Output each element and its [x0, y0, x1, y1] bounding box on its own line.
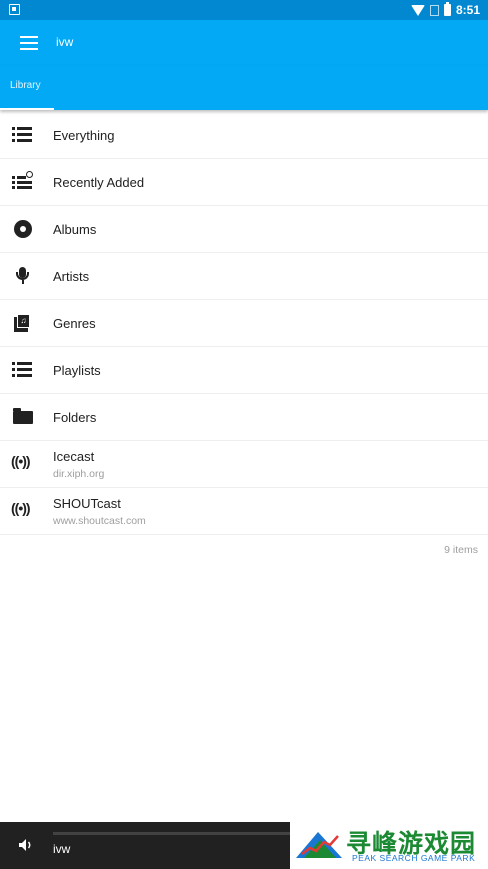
watermark-subtitle: PEAK SEARCH GAME PARK — [352, 853, 476, 863]
watermark-logo — [296, 832, 342, 858]
list-item-label: Playlists — [53, 363, 101, 378]
list-item-label: Icecast — [53, 449, 95, 464]
playlist-icon — [12, 361, 34, 379]
app-bar: ivw — [0, 20, 488, 66]
radio-broadcast-icon: ((•)) — [11, 500, 31, 516]
tab-label: Library — [10, 80, 41, 91]
volume-icon[interactable] — [18, 838, 34, 852]
status-time: 8:51 — [455, 3, 480, 17]
list-item-label: Artists — [53, 269, 90, 284]
wifi-icon — [410, 4, 425, 16]
list-item-shoutcast[interactable]: ((•)) SHOUTcast www.shoutcast.com — [0, 488, 488, 535]
list-item-icecast[interactable]: ((•)) Icecast dir.xiph.org — [0, 441, 488, 488]
list-item-label: Everything — [53, 128, 115, 143]
seek-bar[interactable] — [53, 832, 290, 835]
status-icons: 8:51 — [410, 2, 480, 18]
list-icon — [12, 126, 34, 144]
status-bar: 8:51 — [0, 0, 488, 20]
player-title: ivw — [53, 842, 71, 856]
list-item-label: Recently Added — [53, 175, 145, 190]
library-list: Everything Recently Added Albums Artists… — [0, 112, 488, 535]
album-disc-icon — [12, 220, 34, 238]
no-signal-icon — [429, 4, 439, 16]
app-title: ivw — [56, 35, 74, 49]
hamburger-menu-icon[interactable] — [18, 32, 40, 54]
tab-library[interactable]: Library — [0, 66, 54, 110]
list-item-playlists[interactable]: Playlists — [0, 347, 488, 394]
item-count: 9 items — [444, 544, 478, 556]
list-item-label: SHOUTcast — [53, 496, 121, 511]
list-item-subtitle: dir.xiph.org — [53, 468, 105, 480]
list-item-genres[interactable]: ♫ Genres — [0, 300, 488, 347]
battery-icon — [443, 2, 451, 16]
folder-icon — [12, 408, 34, 426]
microphone-icon — [12, 267, 34, 285]
list-item-label: Genres — [53, 316, 96, 331]
list-item-folders[interactable]: Folders — [0, 394, 488, 441]
watermark: 寻峰游戏园 PEAK SEARCH GAME PARK — [290, 822, 488, 869]
list-item-recently-added[interactable]: Recently Added — [0, 159, 488, 206]
list-item-albums[interactable]: Albums — [0, 206, 488, 253]
tab-bar: Library — [0, 66, 488, 110]
list-item-everything[interactable]: Everything — [0, 112, 488, 159]
list-item-label: Albums — [53, 222, 97, 237]
list-item-label: Folders — [53, 410, 97, 425]
recent-list-icon — [12, 171, 34, 191]
now-playing-bar[interactable]: ivw — [0, 822, 290, 869]
genre-music-icon: ♫ — [12, 314, 34, 332]
list-item-subtitle: www.shoutcast.com — [53, 515, 146, 527]
list-item-artists[interactable]: Artists — [0, 253, 488, 300]
notification-icon — [9, 4, 20, 15]
tab-indicator — [0, 108, 54, 110]
radio-broadcast-icon: ((•)) — [11, 453, 31, 469]
